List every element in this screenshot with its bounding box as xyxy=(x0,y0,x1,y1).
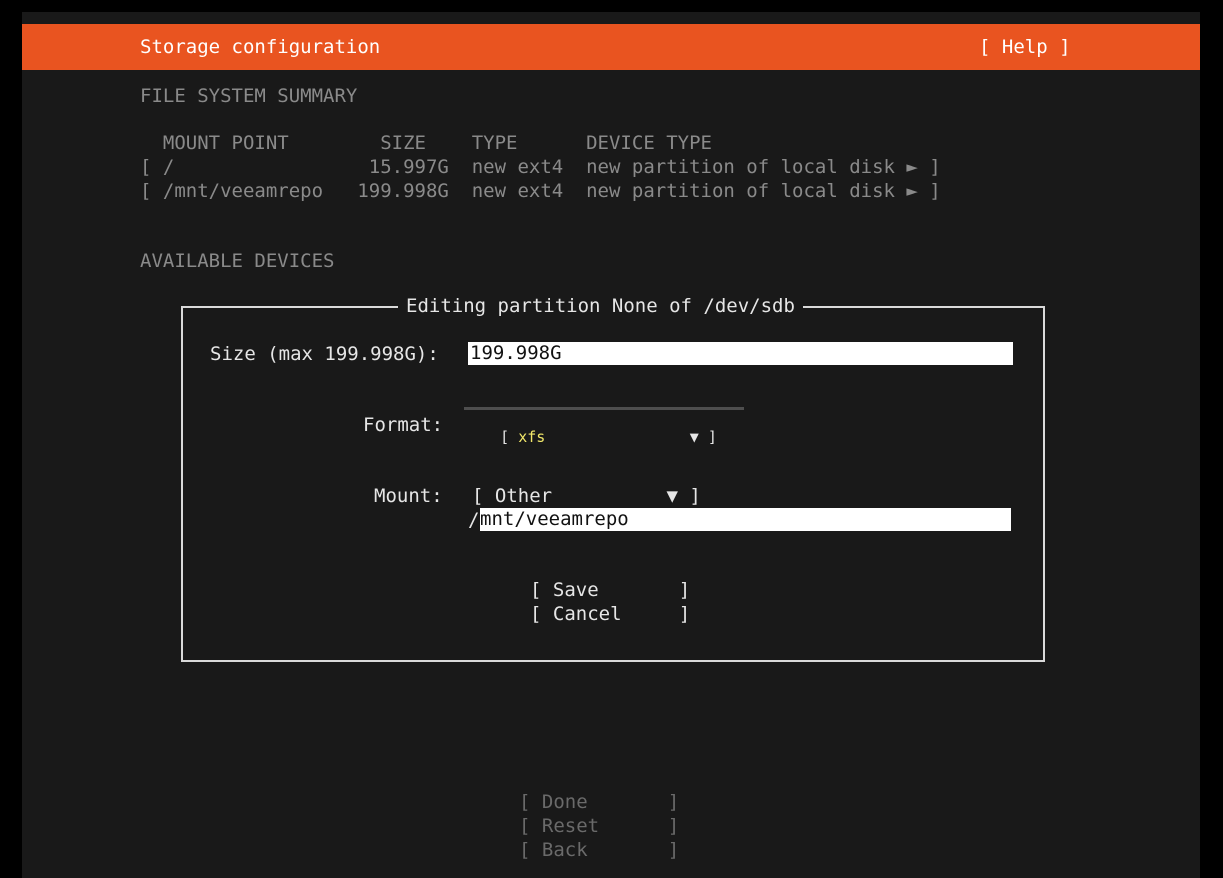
size-label: Size (max 199.998G): xyxy=(210,343,439,365)
format-select[interactable]: [ xfs ▼ ] xyxy=(464,407,744,446)
page-title: Storage configuration xyxy=(140,36,381,58)
mount-label: Mount: xyxy=(374,485,443,507)
format-label: Format: xyxy=(363,414,444,436)
save-button[interactable]: [ Save ] xyxy=(530,578,690,602)
format-select-value: xfs xyxy=(518,428,546,446)
done-button[interactable]: [ Done ] xyxy=(519,790,679,814)
format-select-open: [ xyxy=(500,428,519,446)
back-button[interactable]: [ Back ] xyxy=(519,838,679,862)
mount-path-prefix: / xyxy=(468,509,480,531)
fs-summary-columns: MOUNT POINT SIZE TYPE DEVICE TYPE xyxy=(140,132,712,154)
cancel-button[interactable]: [ Cancel ] xyxy=(530,602,690,626)
dialog-title: Editing partition None of /dev/sdb xyxy=(398,294,803,318)
title-bar: Storage configuration [ Help ] xyxy=(22,24,1200,70)
available-devices-heading: AVAILABLE DEVICES xyxy=(140,250,335,272)
mount-select[interactable]: [ Other ▼ ] xyxy=(472,484,701,508)
fs-summary-heading: FILE SYSTEM SUMMARY xyxy=(140,85,358,107)
size-input[interactable]: 199.998G xyxy=(468,342,1013,365)
fs-summary-row-veeamrepo[interactable]: [ /mnt/veeamrepo 199.998G new ext4 new p… xyxy=(140,179,941,203)
reset-button[interactable]: [ Reset ] xyxy=(519,814,679,838)
installer-screen: Storage configuration [ Help ] FILE SYST… xyxy=(22,12,1200,878)
mount-path-input[interactable]: mnt/veeamrepo xyxy=(480,508,1011,531)
fs-summary-row-root[interactable]: [ / 15.997G new ext4 new partition of lo… xyxy=(140,155,941,179)
format-select-arrow: ▼ ] xyxy=(545,428,717,446)
help-button[interactable]: [ Help ] xyxy=(979,35,1071,59)
